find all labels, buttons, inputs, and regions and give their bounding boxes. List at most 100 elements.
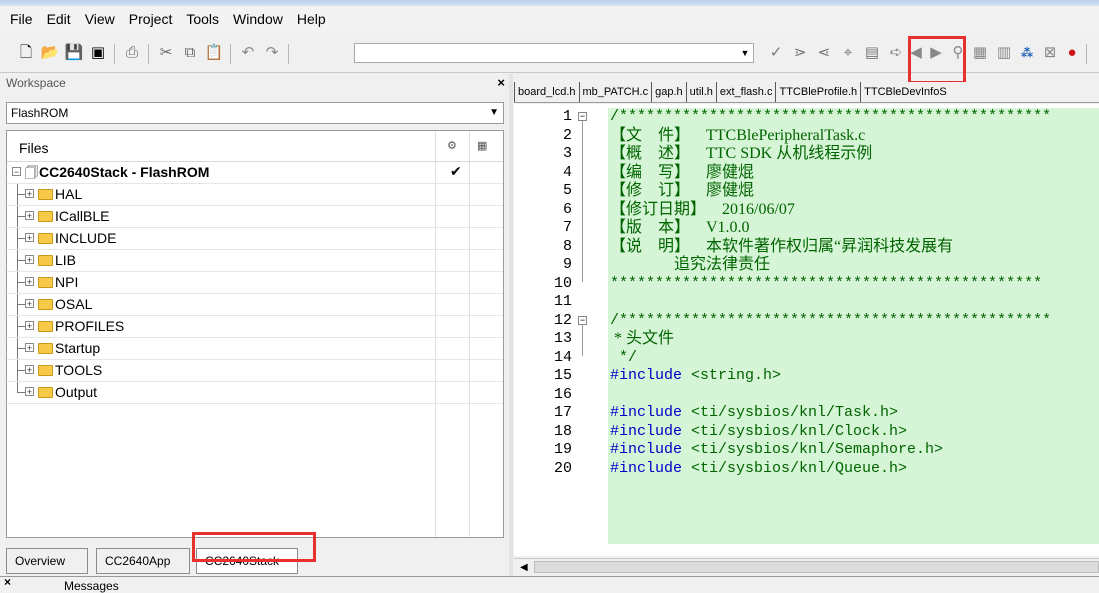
toggle-bookmark-icon[interactable]: ✓ — [766, 43, 786, 63]
options-icon[interactable]: ▦ — [477, 139, 487, 152]
navigate-icon[interactable]: ⌖ — [838, 43, 858, 63]
tree-row-folder[interactable]: + OSAL — [7, 294, 503, 316]
editor-tab[interactable]: TTCBleProfile.h — [775, 82, 860, 102]
save-icon[interactable]: 💾 — [64, 43, 84, 63]
print-icon[interactable]: ⎙ — [122, 43, 142, 63]
scrollbar-thumb[interactable] — [534, 561, 1099, 573]
tree-row-folder[interactable]: + LIB — [7, 250, 503, 272]
stop-build-icon[interactable]: ⊠ — [1040, 43, 1060, 63]
copy-icon[interactable]: ⧉ — [180, 43, 200, 63]
code-line[interactable]: * 头文件 — [610, 330, 674, 348]
workspace-title: Workspace — [6, 76, 66, 90]
collapse-icon[interactable]: − — [12, 167, 21, 177]
editor-tab[interactable]: TTCBleDevInfoS — [860, 82, 950, 102]
tab-overview[interactable]: Overview — [6, 548, 88, 574]
expand-icon[interactable]: + — [25, 365, 34, 375]
code-line[interactable]: 【修 订】 廖健焜 — [610, 182, 754, 200]
code-line[interactable]: ****************************************… — [610, 275, 1042, 293]
line-number: 11 — [553, 293, 572, 310]
make-icon[interactable]: ▥ — [994, 43, 1014, 63]
editor-tab[interactable]: board_lcd.h — [514, 82, 579, 102]
menu-project[interactable]: Project — [122, 6, 180, 32]
configuration-value: FlashROM — [11, 106, 69, 120]
menu-tools[interactable]: Tools — [179, 6, 226, 32]
find-combo[interactable]: ▼ — [354, 43, 754, 63]
expand-icon[interactable]: + — [25, 255, 34, 265]
tree-row-folder[interactable]: + ICallBLE — [7, 206, 503, 228]
fold-icon[interactable]: − — [578, 112, 587, 121]
paste-icon[interactable]: 📋 — [204, 43, 224, 63]
menu-view[interactable]: View — [78, 6, 122, 32]
folder-name: ICallBLE — [55, 208, 110, 224]
code-line[interactable]: 【说 明】 本软件著作权归属“昇润科技发展有 — [610, 238, 953, 256]
settings-icon[interactable]: ⚙ — [447, 139, 457, 152]
breakpoint-icon[interactable]: ● — [1062, 43, 1082, 63]
horizontal-scrollbar[interactable]: ◀ — [514, 558, 1099, 576]
prev-bookmark-icon[interactable]: ⋖ — [814, 43, 834, 63]
expand-icon[interactable]: + — [25, 277, 34, 287]
splitter[interactable] — [509, 74, 513, 576]
code-line[interactable]: /***************************************… — [610, 312, 1051, 330]
code-line[interactable]: #include <ti/sysbios/knl/Clock.h> — [610, 423, 907, 441]
code-line[interactable]: /***************************************… — [610, 108, 1051, 126]
redo-icon[interactable]: ↷ — [262, 43, 282, 63]
menu-window[interactable]: Window — [226, 6, 290, 32]
open-folder-icon[interactable]: 📂 — [40, 43, 60, 63]
fold-icon[interactable]: − — [578, 315, 587, 325]
tab-cc2640app[interactable]: CC2640App — [96, 548, 190, 574]
tree-row-folder[interactable]: + TOOLS — [7, 360, 503, 382]
code-line[interactable]: 【版 本】 V1.0.0 — [610, 219, 750, 237]
editor-tab[interactable]: mb_PATCH.c — [578, 82, 652, 102]
tree-row-folder[interactable]: + PROFILES — [7, 316, 503, 338]
expand-icon[interactable]: + — [25, 189, 34, 199]
expand-icon[interactable]: + — [25, 233, 34, 243]
expand-icon[interactable]: + — [25, 387, 34, 397]
code-line[interactable]: #include <ti/sysbios/knl/Queue.h> — [610, 460, 907, 478]
rebuild-icon[interactable]: ⁂ — [1017, 43, 1037, 63]
line-number: 7 — [562, 219, 572, 236]
code-line[interactable]: 【文 件】 TTCBlePeripheralTask.c — [610, 127, 865, 145]
close-icon[interactable]: × — [4, 575, 11, 589]
configuration-select[interactable]: FlashROM ▼ — [6, 102, 504, 124]
new-file-icon[interactable]: 🗋 — [16, 43, 36, 63]
tree-row-folder[interactable]: + HAL — [7, 184, 503, 206]
expand-icon[interactable]: + — [25, 299, 34, 309]
menu-edit[interactable]: Edit — [40, 6, 78, 32]
code-line[interactable]: 追究法律责任 — [610, 256, 770, 274]
menu-help[interactable]: Help — [290, 6, 333, 32]
tree-row-folder[interactable]: + INCLUDE — [7, 228, 503, 250]
chevron-down-icon[interactable]: ▼ — [737, 44, 753, 62]
menu-file[interactable]: File — [0, 6, 40, 32]
tree-row-project[interactable]: − 🗍 CC2640Stack - FlashROM ✔ — [7, 162, 503, 184]
tree-row-folder[interactable]: + Output — [7, 382, 503, 404]
editor-tab[interactable]: gap.h — [651, 82, 686, 102]
editor-tab[interactable]: ext_flash.c — [715, 82, 776, 102]
code-line[interactable]: 【概 述】 TTC SDK 从机线程示例 — [610, 145, 872, 163]
code-line[interactable]: #include <ti/sysbios/knl/Task.h> — [610, 404, 898, 422]
files-column-header[interactable]: Files — [19, 140, 49, 156]
editor-tab[interactable]: util.h — [685, 82, 716, 102]
browse-icon[interactable]: ▤ — [862, 43, 882, 63]
save-all-icon[interactable]: ▣ — [88, 43, 108, 63]
expand-icon[interactable]: + — [25, 211, 34, 221]
expand-icon[interactable]: + — [25, 343, 34, 353]
expand-icon[interactable]: + — [25, 321, 34, 331]
keyword: #include — [610, 404, 683, 421]
code-line[interactable]: #include <ti/sysbios/knl/Semaphore.h> — [610, 441, 943, 459]
tree-row-folder[interactable]: + NPI — [7, 272, 503, 294]
code-line[interactable]: 【修订日期】 2016/06/07 — [610, 201, 795, 219]
code-editor[interactable]: 1 /**************************************… — [514, 104, 1099, 556]
cut-icon[interactable]: ✂ — [156, 43, 176, 63]
code-line[interactable]: #include <string.h> — [610, 367, 781, 385]
close-icon[interactable]: × — [497, 75, 505, 90]
go-forward-icon[interactable]: ➪ — [886, 43, 906, 63]
scroll-left-icon[interactable]: ◀ — [520, 562, 528, 573]
tree-row-folder[interactable]: + Startup — [7, 338, 503, 360]
chevron-down-icon[interactable]: ▼ — [489, 107, 499, 118]
next-bookmark-icon[interactable]: ⋗ — [790, 43, 810, 63]
code-line[interactable]: */ — [610, 349, 637, 367]
compile-icon[interactable]: ▦ — [970, 43, 990, 63]
undo-icon[interactable]: ↶ — [238, 43, 258, 63]
code-line[interactable]: 【编 写】 廖健焜 — [610, 164, 754, 182]
folder-icon — [38, 277, 53, 288]
